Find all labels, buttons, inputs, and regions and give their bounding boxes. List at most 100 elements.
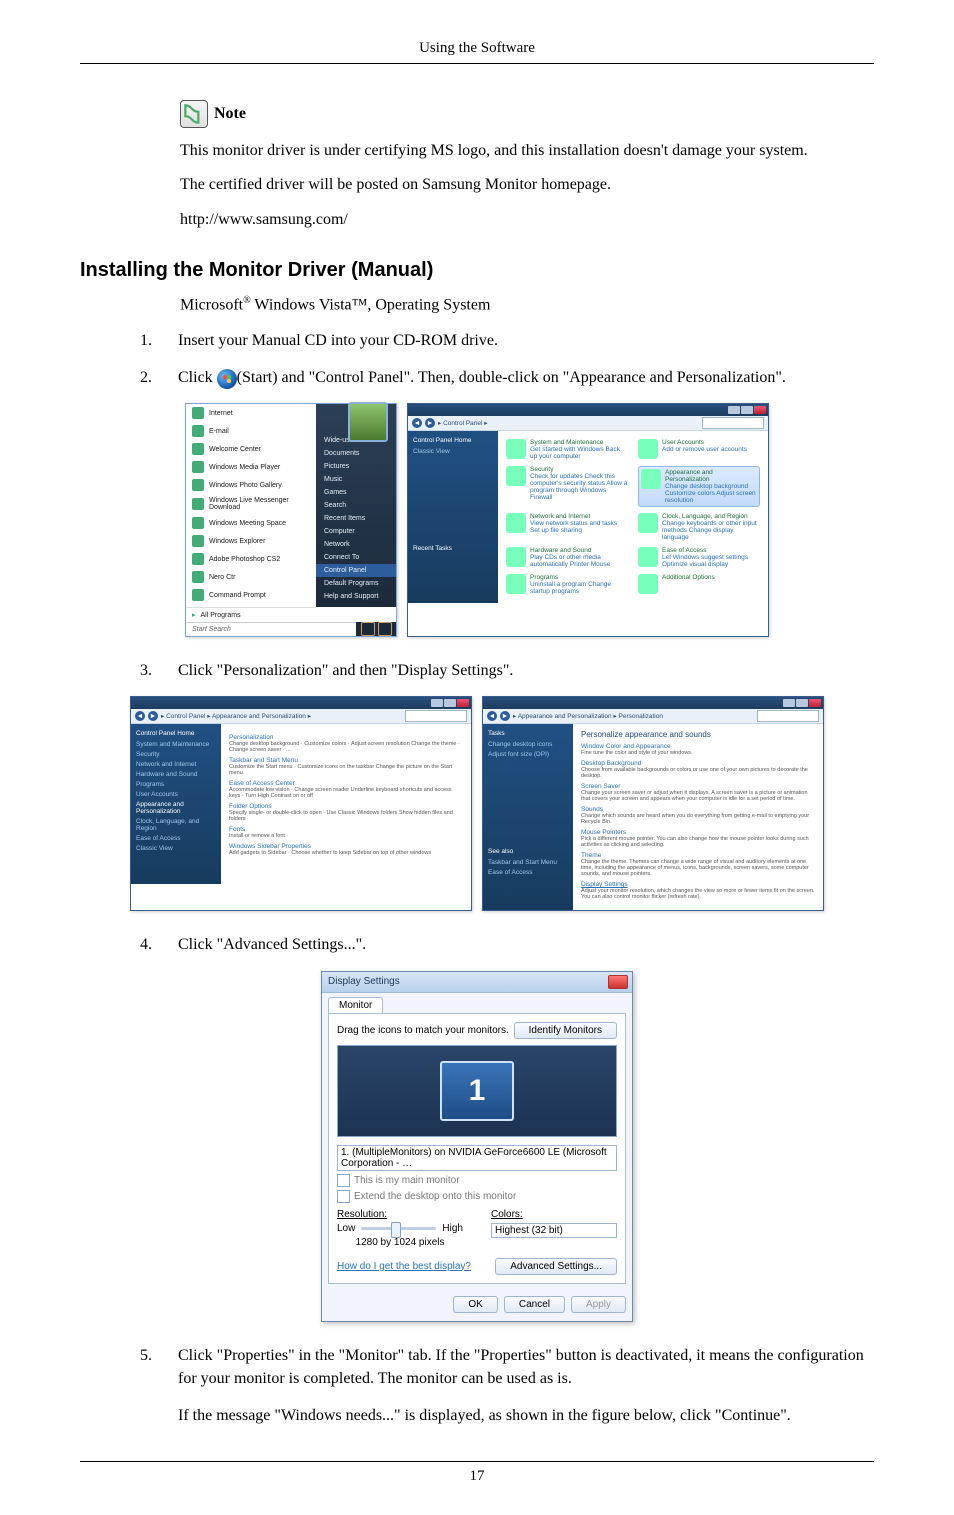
- start-right-item[interactable]: Control Panel: [316, 564, 396, 577]
- running-header: Using the Software: [80, 40, 874, 57]
- start-menu-item[interactable]: Welcome Center: [186, 440, 316, 458]
- classic-view-link[interactable]: Classic View: [413, 448, 493, 455]
- sidebar-item[interactable]: Hardware and Sound: [136, 771, 216, 778]
- personalization-link[interactable]: Desktop BackgroundChoose from available …: [581, 760, 815, 779]
- sidebar-item[interactable]: System and Maintenance: [136, 741, 216, 748]
- sidebar-item[interactable]: Security: [136, 751, 216, 758]
- start-right-item[interactable]: Pictures: [316, 460, 396, 473]
- change-desktop-icons-link[interactable]: Change desktop icons: [488, 741, 568, 748]
- start-right-item[interactable]: Default Programs: [316, 577, 396, 590]
- start-menu-item[interactable]: Windows Live Messenger Download: [186, 494, 316, 514]
- start-search[interactable]: Start Search: [186, 622, 356, 636]
- forward-icon[interactable]: ►: [425, 418, 435, 428]
- sidebar-item[interactable]: Ease of Access: [136, 835, 216, 842]
- personalization-link[interactable]: Mouse PointersPick a different mouse poi…: [581, 829, 815, 848]
- cp-category[interactable]: Appearance and PersonalizationChange des…: [638, 466, 760, 507]
- colors-select[interactable]: Highest (32 bit): [491, 1223, 617, 1238]
- power-icon[interactable]: [361, 622, 375, 636]
- close-button[interactable]: [608, 975, 628, 989]
- start-right-item[interactable]: Computer: [316, 525, 396, 538]
- start-menu-item[interactable]: Internet: [186, 404, 316, 422]
- start-menu-item[interactable]: Nero Ctr: [186, 568, 316, 586]
- address-bar[interactable]: ◄ ► ▸ Control Panel ▸: [408, 416, 768, 431]
- maximize-button[interactable]: [444, 699, 456, 707]
- sidebar-item[interactable]: Classic View: [136, 845, 216, 852]
- search-input[interactable]: [757, 710, 819, 722]
- identify-monitors-button[interactable]: Identify Monitors: [514, 1022, 617, 1039]
- minimize-button[interactable]: [728, 406, 740, 414]
- cp-category[interactable]: User AccountsAdd or remove user accounts: [638, 439, 760, 460]
- power-buttons[interactable]: [356, 622, 396, 636]
- start-right-item[interactable]: Network: [316, 538, 396, 551]
- back-icon[interactable]: ◄: [135, 711, 145, 721]
- adjust-font-size-link[interactable]: Adjust font size (DPI): [488, 751, 568, 758]
- personalization-link[interactable]: Display SettingsAdjust your monitor reso…: [581, 881, 815, 900]
- personalization-link[interactable]: Screen SaverChange your screen saver or …: [581, 783, 815, 802]
- back-icon[interactable]: ◄: [487, 711, 497, 721]
- advanced-settings-button[interactable]: Advanced Settings...: [495, 1258, 617, 1275]
- start-right-item[interactable]: Search: [316, 499, 396, 512]
- cp-category[interactable]: Ease of AccessLet Windows suggest settin…: [638, 547, 760, 568]
- cancel-button[interactable]: Cancel: [504, 1296, 565, 1313]
- back-icon[interactable]: ◄: [412, 418, 422, 428]
- start-right-item[interactable]: Games: [316, 486, 396, 499]
- cp-category[interactable]: Hardware and SoundPlay CDs or other medi…: [506, 547, 628, 568]
- start-right-item[interactable]: Help and Support: [316, 590, 396, 603]
- category-link[interactable]: PersonalizationChange desktop background…: [229, 734, 463, 753]
- minimize-button[interactable]: [431, 699, 443, 707]
- step-3: 3. Click "Personalization" and then "Dis…: [140, 659, 874, 682]
- start-right-item[interactable]: Connect To: [316, 551, 396, 564]
- start-menu-item[interactable]: Adobe Photoshop CS2: [186, 550, 316, 568]
- forward-icon[interactable]: ►: [500, 711, 510, 721]
- start-menu-item[interactable]: Windows Media Player: [186, 458, 316, 476]
- start-right-item[interactable]: Music: [316, 473, 396, 486]
- category-link[interactable]: Windows Sidebar PropertiesAdd gadgets to…: [229, 843, 463, 856]
- lock-icon[interactable]: [378, 622, 392, 636]
- best-display-link[interactable]: How do I get the best display?: [337, 1261, 471, 1272]
- forward-icon[interactable]: ►: [148, 711, 158, 721]
- cp-category[interactable]: Clock, Language, and RegionChange keyboa…: [638, 513, 760, 541]
- sidebar-item[interactable]: Network and Internet: [136, 761, 216, 768]
- category-link[interactable]: Ease of Access CenterAccommodate low vis…: [229, 780, 463, 799]
- page-number: 17: [80, 1468, 874, 1485]
- resolution-slider[interactable]: Low High: [337, 1223, 463, 1234]
- cp-category[interactable]: Network and InternetView network status …: [506, 513, 628, 541]
- personalization-link[interactable]: Window Color and AppearanceFine tune the…: [581, 743, 815, 756]
- close-button[interactable]: [754, 406, 766, 414]
- category-link[interactable]: Taskbar and Start MenuCustomize the Star…: [229, 757, 463, 776]
- start-menu-item[interactable]: Windows Explorer: [186, 532, 316, 550]
- resolution-value: 1280 by 1024 pixels: [337, 1237, 463, 1248]
- monitor-arrangement[interactable]: 1: [337, 1045, 617, 1137]
- ok-button[interactable]: OK: [453, 1296, 497, 1313]
- start-menu-item[interactable]: Command Prompt: [186, 586, 316, 604]
- start-orb-icon: [217, 369, 237, 389]
- sidebar-item[interactable]: User Accounts: [136, 791, 216, 798]
- cp-category[interactable]: System and MaintenanceGet started with W…: [506, 439, 628, 460]
- cp-category[interactable]: ProgramsUninstall a program Change start…: [506, 574, 628, 595]
- all-programs[interactable]: ▸All Programs: [186, 608, 316, 622]
- monitor-1-icon[interactable]: 1: [440, 1061, 514, 1121]
- category-link[interactable]: Folder OptionsSpecify single- or double-…: [229, 803, 463, 822]
- personalization-link[interactable]: SoundsChange which sounds are heard when…: [581, 806, 815, 825]
- cp-category[interactable]: Additional Options: [638, 574, 760, 595]
- start-menu-item[interactable]: E-mail: [186, 422, 316, 440]
- start-right-item[interactable]: Documents: [316, 447, 396, 460]
- close-button[interactable]: [809, 699, 821, 707]
- monitor-select[interactable]: 1. (MultipleMonitors) on NVIDIA GeForce6…: [337, 1145, 617, 1171]
- sidebar-item[interactable]: Programs: [136, 781, 216, 788]
- start-right-item[interactable]: Recent Items: [316, 512, 396, 525]
- close-button[interactable]: [457, 699, 469, 707]
- minimize-button[interactable]: [783, 699, 795, 707]
- category-link[interactable]: FontsInstall or remove a font: [229, 826, 463, 839]
- sidebar-item[interactable]: Appearance and Personalization: [136, 801, 216, 815]
- tab-monitor[interactable]: Monitor: [328, 997, 383, 1013]
- start-menu-item[interactable]: Windows Photo Gallery: [186, 476, 316, 494]
- maximize-button[interactable]: [796, 699, 808, 707]
- start-menu-item[interactable]: Windows Meeting Space: [186, 514, 316, 532]
- maximize-button[interactable]: [741, 406, 753, 414]
- sidebar-item[interactable]: Clock, Language, and Region: [136, 818, 216, 832]
- search-input[interactable]: [405, 710, 467, 722]
- personalization-link[interactable]: ThemeChange the theme. Themes can change…: [581, 852, 815, 877]
- cp-category[interactable]: SecurityCheck for updates Check this com…: [506, 466, 628, 507]
- search-input[interactable]: [702, 417, 764, 429]
